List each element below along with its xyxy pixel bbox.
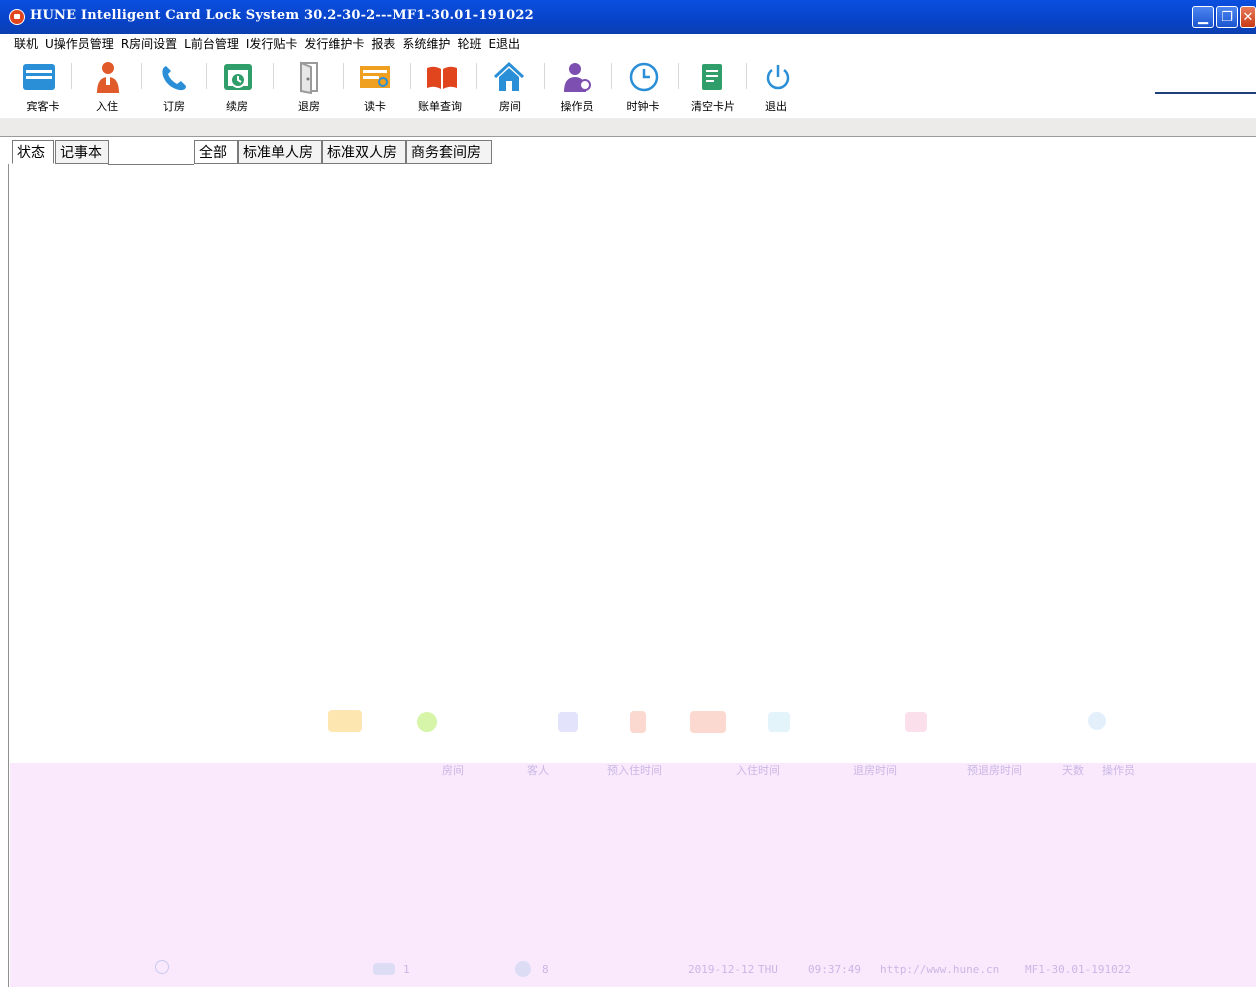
title-bar: HUNE Intelligent Card Lock System 30.2-3…	[0, 0, 1256, 34]
checkin-list-panel	[10, 763, 1256, 987]
renew-label: 续房	[226, 100, 248, 113]
col-guest[interactable]: 客人	[527, 762, 549, 778]
statusbar-refresh-icon	[155, 960, 169, 974]
menu-system-maintenance[interactable]: 系统维护	[402, 35, 450, 52]
exit-label: 退出	[765, 100, 787, 113]
house-icon	[493, 61, 525, 91]
tab-standard-double[interactable]: 标准双人房	[322, 140, 406, 164]
toolbar-underline	[1155, 92, 1256, 94]
guest-card-button[interactable]	[17, 57, 61, 97]
toolbar-strip	[0, 118, 1256, 136]
booking-label: 订房	[163, 100, 185, 113]
renew-button[interactable]	[216, 57, 260, 97]
bill-query-button[interactable]	[420, 57, 464, 97]
legend-vacant-icon	[417, 712, 437, 732]
tab-business-suite[interactable]: 商务套间房	[406, 140, 492, 164]
legend-booking-icon	[558, 712, 578, 732]
menu-issue-card[interactable]: I发行贴卡	[246, 35, 298, 52]
legend-card-icon	[328, 710, 362, 732]
checkin-button[interactable]	[86, 57, 130, 97]
statusbar-weekday: THU	[758, 963, 778, 976]
bill-query-label: 账单查询	[418, 100, 462, 113]
room-label: 房间	[499, 100, 521, 113]
tab-notebook[interactable]: 记事本	[55, 140, 109, 164]
clear-card-button[interactable]	[690, 57, 734, 97]
room-button[interactable]	[487, 57, 531, 97]
checkout-button[interactable]	[286, 57, 330, 97]
close-button[interactable]: ✕	[1240, 6, 1256, 28]
tab-all-rooms[interactable]: 全部	[194, 140, 238, 164]
statusbar-user-icon	[515, 961, 531, 977]
toolbar	[0, 53, 1256, 103]
menu-shift[interactable]: 轮班	[457, 35, 481, 52]
phone-icon	[162, 66, 186, 91]
tab-status[interactable]: 状态	[12, 140, 54, 164]
restore-button[interactable]: ❐	[1216, 6, 1238, 28]
clock-icon	[629, 62, 659, 92]
col-checkin-time[interactable]: 入住时间	[736, 762, 780, 778]
left-tab-baseline	[108, 164, 194, 165]
renew-calendar-icon	[224, 64, 252, 90]
operator-label: 操作员	[560, 100, 594, 113]
statusbar-count-b: 8	[542, 963, 549, 976]
menu-connect[interactable]: 联机	[14, 35, 38, 52]
col-operator[interactable]: 操作员	[1102, 762, 1135, 778]
statusbar-date: 2019-12-12	[688, 963, 755, 976]
read-card-button[interactable]	[353, 57, 397, 97]
door-icon	[300, 61, 318, 94]
statusbar-url[interactable]: http://www.hune.cn	[880, 963, 999, 976]
minimize-button[interactable]: ▁	[1192, 6, 1214, 28]
statusbar-version: MF1-30.01-191022	[1025, 963, 1131, 976]
exit-button[interactable]	[756, 57, 800, 97]
menu-operator-management[interactable]: U操作员管理	[45, 35, 114, 52]
operator-icon	[564, 63, 591, 92]
toolbar-divider	[0, 136, 1256, 137]
lock-app-icon	[9, 9, 25, 25]
col-checkout-time[interactable]: 退房时间	[853, 762, 897, 778]
legend-clean-icon	[1088, 712, 1106, 730]
legend-reserved-occupied-icon	[690, 711, 726, 733]
checkout-label: 退房	[298, 100, 320, 113]
read-card-icon	[360, 66, 390, 88]
statusbar-count-a: 1	[403, 963, 410, 976]
power-icon	[766, 65, 790, 90]
menu-front-desk[interactable]: L前台管理	[184, 35, 239, 52]
checkin-label: 入住	[96, 100, 118, 113]
menu-bar: 联机 U操作员管理 R房间设置 L前台管理 I发行贴卡 发行维护卡 报表 系统维…	[0, 34, 1256, 53]
menu-exit[interactable]: E退出	[488, 35, 520, 52]
statusbar-time: 09:37:49	[808, 963, 861, 976]
main-panel-border	[8, 164, 9, 987]
booking-button[interactable]	[152, 57, 196, 97]
col-days[interactable]: 天数	[1062, 762, 1084, 778]
menu-reports[interactable]: 报表	[371, 35, 395, 52]
col-expected-checkout[interactable]: 预退房时间	[967, 762, 1022, 778]
clear-card-label: 清空卡片	[691, 100, 735, 113]
clear-card-icon	[702, 64, 722, 90]
menu-maintenance-card[interactable]: 发行维护卡	[304, 35, 364, 52]
window-title: HUNE Intelligent Card Lock System 30.2-3…	[30, 8, 534, 23]
col-room[interactable]: 房间	[442, 762, 464, 778]
guest-card-label: 宾客卡	[26, 100, 60, 113]
legend-occupied-icon	[630, 711, 646, 733]
statusbar-card-icon	[373, 963, 395, 975]
clock-card-label: 时钟卡	[626, 100, 660, 113]
tab-standard-single[interactable]: 标准单人房	[238, 140, 322, 164]
operator-button[interactable]	[555, 57, 599, 97]
checkin-person-icon	[97, 62, 119, 93]
window-controls: ▁ ❐ ✕	[1192, 6, 1256, 30]
guest-card-icon	[23, 64, 55, 90]
legend-dirty-icon	[905, 712, 927, 732]
menu-room-settings[interactable]: R房间设置	[121, 35, 177, 52]
book-icon	[427, 66, 457, 89]
legend-renew-icon	[768, 712, 790, 732]
clock-card-button[interactable]	[622, 57, 666, 97]
read-card-label: 读卡	[364, 100, 386, 113]
col-expected-checkin[interactable]: 预入住时间	[607, 762, 662, 778]
